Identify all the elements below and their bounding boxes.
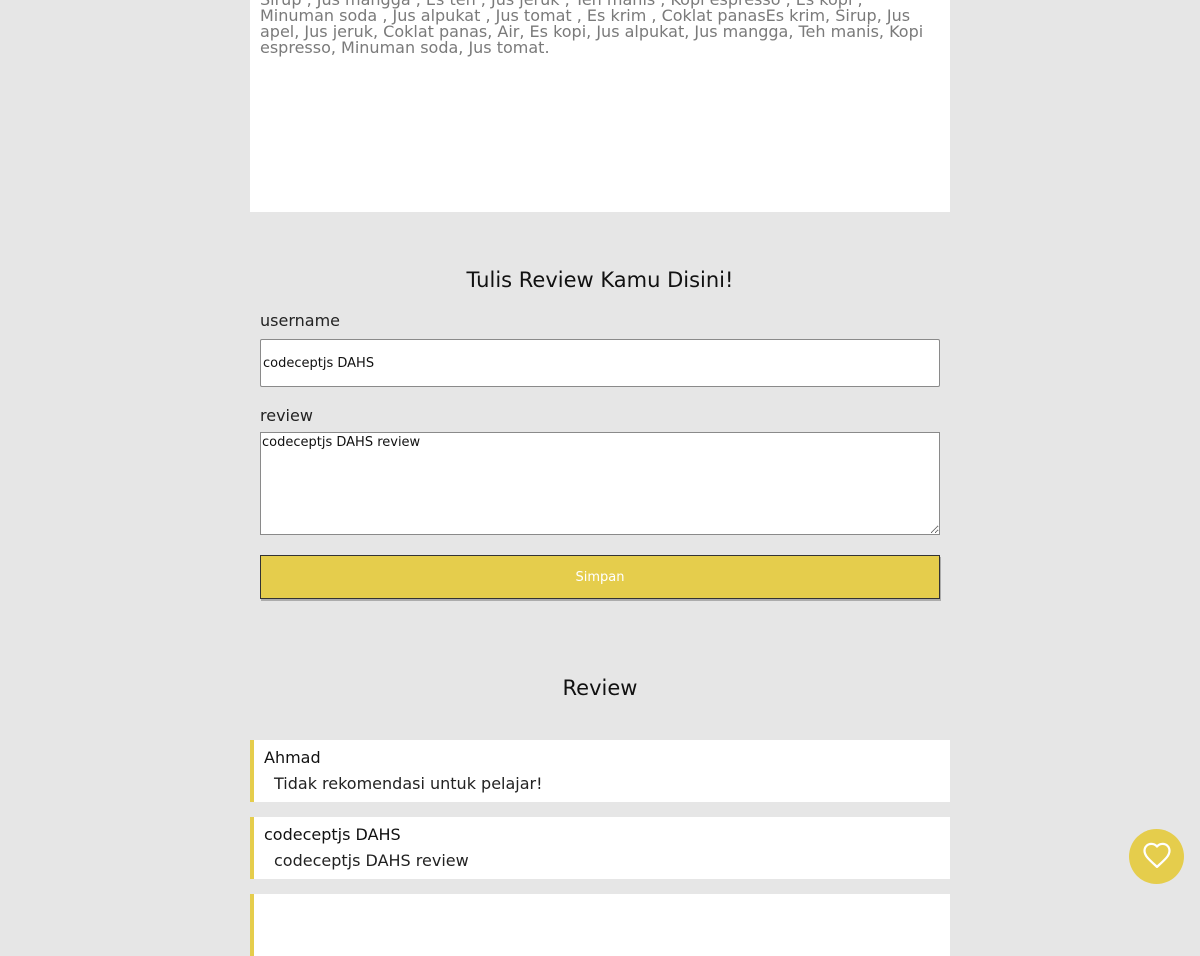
review-author: codeceptjs DAHS bbox=[264, 825, 401, 844]
save-review-button[interactable]: Simpan bbox=[260, 555, 940, 599]
favorite-button[interactable] bbox=[1129, 829, 1184, 884]
reviews-section-title: Review bbox=[562, 676, 638, 700]
review-card bbox=[250, 894, 950, 956]
review-form-title: Tulis Review Kamu Disini! bbox=[466, 268, 734, 292]
review-author: Ahmad bbox=[264, 748, 321, 767]
review-label: review bbox=[260, 406, 313, 425]
review-textarea[interactable]: codeceptjs DAHS review bbox=[260, 432, 940, 535]
review-card: Ahmad Tidak rekomendasi untuk pelajar! bbox=[250, 740, 950, 802]
heart-outline-icon bbox=[1142, 841, 1172, 873]
review-text: codeceptjs DAHS review bbox=[274, 851, 469, 870]
menu-description-card: Sirup , Jus mangga , Es teh , Jus jeruk … bbox=[250, 0, 950, 212]
review-text: Tidak rekomendasi untuk pelajar! bbox=[274, 774, 543, 793]
username-input[interactable] bbox=[260, 339, 940, 387]
username-label: username bbox=[260, 311, 340, 330]
review-card: codeceptjs DAHS codeceptjs DAHS review bbox=[250, 817, 950, 879]
menu-description-text: Sirup , Jus mangga , Es teh , Jus jeruk … bbox=[260, 0, 924, 57]
